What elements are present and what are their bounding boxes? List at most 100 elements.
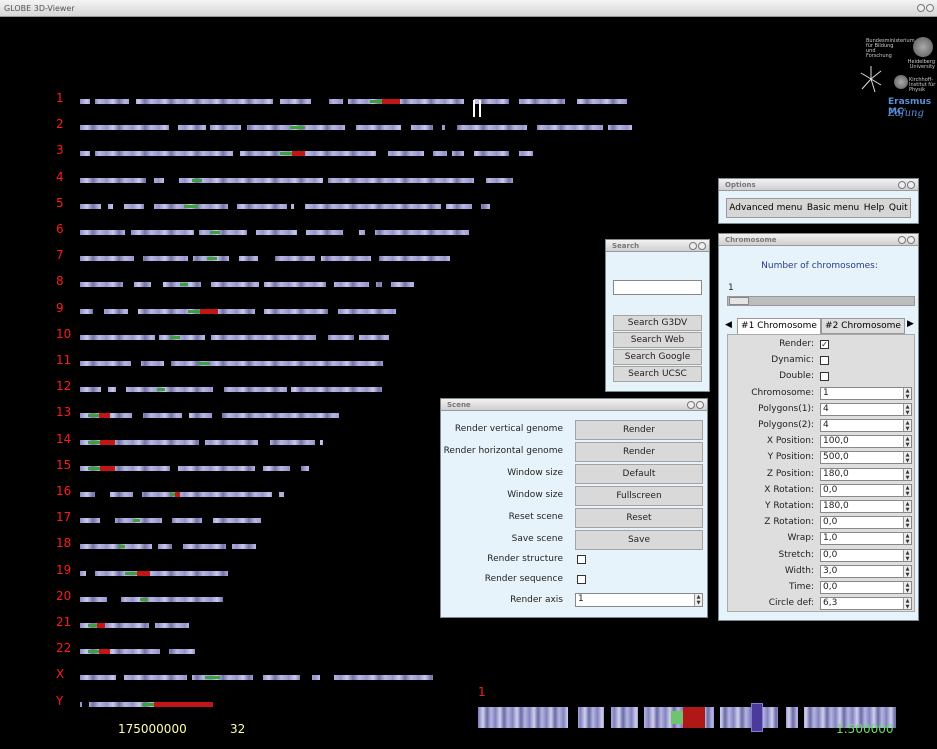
chromosome-label[interactable]: 15 (56, 458, 76, 472)
chromosome-label[interactable]: 10 (56, 327, 76, 341)
chromosome-track[interactable] (80, 544, 256, 550)
spinner-arrows-icon[interactable]: ▲ ▼ (903, 501, 911, 513)
chromosome-track[interactable] (80, 282, 414, 288)
render-axis-spinner[interactable]: 1 ▲ ▼ (575, 593, 703, 607)
chromosome-field-input[interactable]: 500,0 ▲ ▼ (820, 451, 912, 465)
quit-button[interactable]: Quit (889, 203, 908, 213)
render-structure-checkbox[interactable] (577, 555, 586, 564)
chromosome-track[interactable] (80, 701, 213, 707)
chromosome-track[interactable] (80, 256, 450, 262)
tab-chromosome-2[interactable]: #2 Chromosome (821, 318, 905, 334)
chromosome-label[interactable]: 7 (56, 248, 76, 262)
minimize-icon[interactable] (898, 181, 906, 189)
chromosome-count-slider[interactable] (727, 296, 915, 306)
chromosome-field-input[interactable]: 3,0 ▲ ▼ (820, 564, 912, 578)
chromosome-label[interactable]: 2 (56, 117, 76, 131)
search-g3dv-button[interactable]: Search G3DV (613, 315, 702, 331)
chromosome-field-input[interactable]: 1,0 ▲ ▼ (820, 532, 912, 546)
spinner-arrows-icon[interactable]: ▲ ▼ (903, 452, 911, 464)
close-icon[interactable] (696, 401, 704, 409)
spinner-arrows-icon[interactable]: ▲ ▼ (903, 468, 911, 481)
minimize-icon[interactable] (687, 401, 695, 409)
spinner-arrows-icon[interactable]: ▲ ▼ (903, 582, 911, 594)
chromosome-track[interactable] (80, 361, 393, 366)
chromosome-track[interactable] (80, 570, 228, 576)
chromosome-track[interactable] (80, 308, 396, 314)
search-input[interactable] (613, 280, 702, 295)
chromosome-track[interactable] (80, 177, 513, 183)
spinner-arrows-icon[interactable]: ▲ ▼ (903, 517, 911, 529)
chromosome-field-input[interactable]: 180,0 ▲ ▼ (820, 467, 912, 481)
render-sequence-checkbox[interactable] (577, 575, 586, 584)
spinner-arrows-icon[interactable]: ▲ ▼ (903, 565, 911, 578)
chromosome-field-input[interactable]: 0,0 ▲ ▼ (820, 548, 912, 562)
spinner-arrows-icon[interactable]: ▲ ▼ (903, 403, 911, 416)
basic-menu-button[interactable]: Basic menu (807, 203, 859, 213)
chromosome-track[interactable] (80, 623, 189, 628)
minimize-icon[interactable] (898, 236, 906, 244)
slider-handle[interactable] (729, 297, 749, 305)
chromosome-label[interactable]: X (56, 667, 76, 681)
chromosome-track[interactable] (80, 518, 261, 524)
chromosome-label[interactable]: 1 (56, 91, 76, 105)
close-icon[interactable] (907, 181, 915, 189)
chromosome-field-input[interactable]: 180,0 ▲ ▼ (820, 500, 912, 513)
chromosome-label[interactable]: 12 (56, 379, 76, 393)
chromosome-label[interactable]: Y (56, 694, 76, 708)
scene-row-button[interactable]: Save (575, 530, 703, 550)
search-ucsc-button[interactable]: Search UCSC (613, 366, 702, 382)
chromosome-track[interactable] (80, 413, 350, 419)
chromosome-field-input[interactable]: 1 ▲ ▼ (820, 386, 912, 400)
chromosome-label[interactable]: 16 (56, 484, 76, 498)
chromosome-field-input[interactable]: 0,0 ▲ ▼ (820, 516, 912, 530)
minimize-icon[interactable] (917, 4, 925, 12)
chromosome-field-input[interactable]: 0,0 ▲ ▼ (820, 581, 912, 594)
chromosome-track[interactable] (80, 125, 632, 131)
chromosome-checkbox[interactable] (820, 372, 829, 382)
chromosome-field-input[interactable]: 0,0 ▲ ▼ (820, 483, 912, 497)
chromosome-field-input[interactable]: 6,3 ▲ ▼ (820, 597, 912, 611)
chromosome-track[interactable] (80, 151, 533, 157)
spinner-arrows-icon[interactable]: ▲ ▼ (903, 484, 911, 497)
scene-row-button[interactable]: Render (575, 442, 703, 462)
chromosome-track[interactable] (80, 99, 638, 104)
advanced-menu-button[interactable]: Advanced menu (729, 203, 802, 213)
chromosome-label[interactable]: 9 (56, 301, 76, 315)
chromosome-label[interactable]: 17 (56, 510, 76, 524)
spinner-arrows-icon[interactable]: ▲ ▼ (903, 420, 911, 432)
chromosome-label[interactable]: 18 (56, 536, 76, 550)
chromosome-label[interactable]: 19 (56, 563, 76, 577)
close-icon[interactable] (907, 236, 915, 244)
spinner-arrows-icon[interactable]: ▲ ▼ (903, 549, 911, 562)
tab-scroll-right-icon[interactable]: ▶ (907, 319, 914, 329)
chromosome-field-input[interactable]: 100,0 ▲ ▼ (820, 435, 912, 449)
scene-row-button[interactable]: Reset (575, 508, 703, 528)
chromosome-track[interactable] (80, 334, 389, 340)
tab-scroll-left-icon[interactable]: ◀ (725, 320, 732, 330)
chromosome-track[interactable] (80, 649, 195, 655)
chromosome-label[interactable]: 21 (56, 615, 76, 629)
chromosome-track[interactable] (80, 439, 323, 445)
chromosome-checkbox[interactable]: ✓ (820, 340, 829, 349)
chromosome-label[interactable]: 6 (56, 222, 76, 236)
chromosome-label[interactable]: 13 (56, 405, 76, 419)
spinner-arrows-icon[interactable]: ▲ ▼ (903, 436, 911, 448)
tab-chromosome-1[interactable]: #1 Chromosome (737, 318, 821, 334)
spinner-arrows-icon[interactable]: ▲ ▼ (903, 533, 911, 545)
close-icon[interactable] (698, 242, 706, 250)
chromosome-track[interactable] (80, 387, 382, 393)
detail-cursor[interactable] (751, 703, 763, 732)
chromosome-label[interactable]: 4 (56, 170, 76, 184)
chromosome-track[interactable] (80, 203, 490, 209)
scene-row-button[interactable]: Default (575, 464, 703, 484)
chromosome-track[interactable] (80, 230, 469, 235)
chromosome-label[interactable]: 22 (56, 641, 76, 655)
spinner-arrows-icon[interactable]: ▲ ▼ (903, 387, 911, 400)
chromosome-label[interactable]: 3 (56, 143, 76, 157)
chromosome-label[interactable]: 8 (56, 274, 76, 288)
chromosome-field-input[interactable]: 4 ▲ ▼ (820, 402, 912, 416)
chromosome-track[interactable] (80, 492, 284, 497)
chromosome-label[interactable]: 20 (56, 589, 76, 603)
spinner-arrows-icon[interactable]: ▲ ▼ (694, 594, 702, 606)
search-web-button[interactable]: Search Web (613, 332, 702, 348)
